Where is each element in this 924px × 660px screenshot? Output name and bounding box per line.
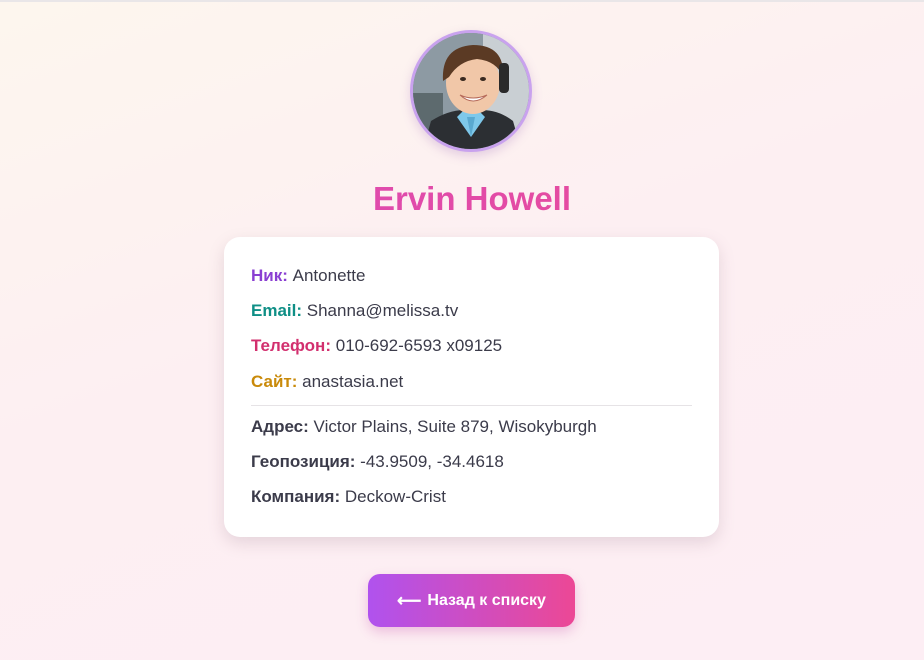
address-value: Victor Plains, Suite 879, Wisokyburgh: [313, 417, 597, 436]
geo-label: Геопозиция:: [251, 452, 356, 471]
top-divider: [0, 0, 924, 2]
phone-row: Телефон: 010-692-6593 x09125: [251, 336, 502, 356]
site-row: Сайт: anastasia.net: [251, 372, 403, 392]
email-row: Email: Shanna@melissa.tv: [251, 301, 458, 321]
address-row: Адрес: Victor Plains, Suite 879, Wisokyb…: [251, 417, 597, 437]
nick-label: Ник:: [251, 266, 288, 285]
company-value: Deckow-Crist: [344, 487, 446, 506]
avatar-photo: [413, 33, 529, 149]
nick-row: Ник: Antonette: [251, 266, 365, 286]
site-label: Сайт:: [251, 372, 298, 391]
arrow-left-icon: ⟵: [397, 591, 422, 610]
avatar: [410, 30, 532, 152]
company-row: Компания: Deckow-Crist: [251, 487, 446, 507]
site-value: anastasia.net: [302, 372, 404, 391]
profile-name: Ervin Howell: [0, 180, 924, 218]
email-value: Shanna@melissa.tv: [306, 301, 459, 320]
geo-row: Геопозиция: -43.9509, -34.4618: [251, 452, 504, 472]
card-divider: [251, 405, 692, 406]
details-card: Ник: Antonette Email: Shanna@melissa.tv …: [224, 237, 719, 537]
company-label: Компания:: [251, 487, 341, 506]
back-to-list-button[interactable]: ⟵ Назад к списку: [368, 574, 575, 627]
back-button-label: Назад к списку: [427, 591, 546, 609]
email-label: Email:: [251, 301, 303, 320]
phone-label: Телефон:: [251, 336, 331, 355]
nick-value: Antonette: [292, 266, 366, 285]
address-label: Адрес:: [251, 417, 309, 436]
phone-value: 010-692-6593 x09125: [335, 336, 503, 355]
geo-value: -43.9509, -34.4618: [360, 452, 504, 471]
